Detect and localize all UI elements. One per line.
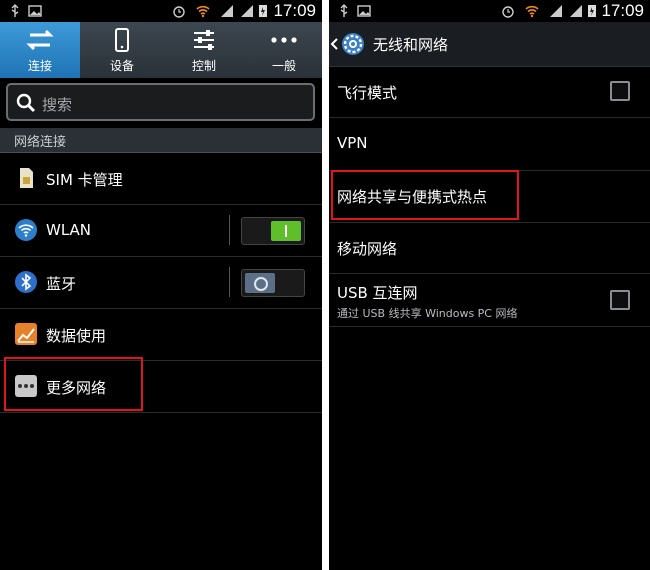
wifi-icon xyxy=(15,219,37,241)
airplane-mode-checkbox[interactable] xyxy=(610,81,630,101)
chevron-left-icon xyxy=(330,38,338,50)
image-icon xyxy=(357,5,371,17)
list-item-bluetooth[interactable]: 蓝牙 xyxy=(0,257,322,309)
divider xyxy=(229,215,230,245)
tab-label: 一般 xyxy=(271,59,296,73)
wifi-status-icon xyxy=(196,5,210,18)
list-item-label: 移动网络 xyxy=(337,240,398,258)
list-item-mobile-networks[interactable]: 移动网络 xyxy=(329,223,650,274)
divider xyxy=(229,267,230,297)
list-item-sublabel: 通过 USB 线共享 Windows PC 网络 xyxy=(337,307,518,320)
list-item-label: VPN xyxy=(337,134,368,152)
sliders-icon xyxy=(194,30,214,50)
search-input[interactable]: 搜索 xyxy=(6,83,315,121)
section-header: 网络连接 xyxy=(0,128,322,153)
toggle-knob-on xyxy=(271,221,301,241)
image-icon xyxy=(28,5,42,17)
list-item-label: 数据使用 xyxy=(46,327,107,345)
list-item-wlan[interactable]: WLAN xyxy=(0,205,322,257)
section-title: 网络连接 xyxy=(14,135,67,150)
list-item-label: SIM 卡管理 xyxy=(46,171,123,189)
highlight-box xyxy=(331,170,519,220)
list-item-data-usage[interactable]: 数据使用 xyxy=(0,309,322,361)
wlan-toggle[interactable] xyxy=(241,217,305,245)
list-item-label: WLAN xyxy=(46,221,92,239)
bluetooth-icon xyxy=(15,271,37,293)
signal-icon xyxy=(550,5,562,17)
sim-card-icon xyxy=(20,168,33,188)
more-dots-icon xyxy=(271,37,297,43)
tab-general[interactable]: 一般 xyxy=(246,22,322,78)
settings-connections-screen: 17:09 连接 设备 控制 一般 搜索 网络连接 SIM 卡管理 WLAN 蓝… xyxy=(0,0,322,570)
toggle-off-mark xyxy=(254,277,268,291)
list-item-usb-tethering[interactable]: USB 互连网 通过 USB 线共享 Windows PC 网络 xyxy=(329,274,650,327)
clock: 17:09 xyxy=(601,1,644,20)
list-item-airplane-mode[interactable]: 飞行模式 xyxy=(329,67,650,118)
signal-icon-2 xyxy=(241,5,253,17)
usb-icon xyxy=(340,4,348,17)
list-item-sim-card[interactable]: SIM 卡管理 xyxy=(0,153,322,205)
swap-arrows-icon xyxy=(26,29,54,51)
list-item-label: USB 互连网 xyxy=(337,284,418,302)
alarm-icon xyxy=(173,6,185,18)
tab-device[interactable]: 设备 xyxy=(82,22,162,78)
battery-icon xyxy=(259,5,267,17)
page-title: 无线和网络 xyxy=(373,36,449,54)
tab-connections[interactable]: 连接 xyxy=(0,22,80,78)
toggle-on-mark xyxy=(285,225,287,237)
battery-icon xyxy=(588,5,596,17)
status-bar: 17:09 xyxy=(329,0,650,22)
list-item-label: 飞行模式 xyxy=(337,84,398,102)
back-button[interactable] xyxy=(329,22,369,66)
alarm-icon xyxy=(502,6,514,18)
wireless-networks-screen: 17:09 无线和网络 飞行模式 VPN 网络共享与便携式热点 移动网络 USB… xyxy=(329,0,650,570)
tab-controls[interactable]: 控制 xyxy=(164,22,244,78)
tab-label: 设备 xyxy=(109,59,134,73)
tab-bar: 连接 设备 控制 一般 xyxy=(0,22,322,78)
clock: 17:09 xyxy=(273,1,316,20)
signal-icon-2 xyxy=(570,5,582,17)
status-bar: 17:09 xyxy=(0,0,322,22)
phone-icon xyxy=(115,28,129,52)
gear-icon xyxy=(342,33,364,55)
action-bar: 无线和网络 xyxy=(329,22,650,67)
signal-icon xyxy=(221,5,233,17)
search-placeholder: 搜索 xyxy=(42,96,73,114)
bluetooth-toggle[interactable] xyxy=(241,269,305,297)
data-usage-icon xyxy=(15,323,37,345)
list-item-label: 蓝牙 xyxy=(46,275,77,293)
wifi-status-icon xyxy=(525,5,539,18)
toggle-knob-off xyxy=(245,273,275,293)
list-item-vpn[interactable]: VPN xyxy=(329,118,650,171)
tab-label: 控制 xyxy=(191,59,216,73)
usb-tethering-checkbox[interactable] xyxy=(610,290,630,310)
highlight-box xyxy=(4,357,143,411)
usb-icon xyxy=(11,4,19,17)
search-icon xyxy=(16,93,36,113)
tab-label: 连接 xyxy=(27,59,52,73)
